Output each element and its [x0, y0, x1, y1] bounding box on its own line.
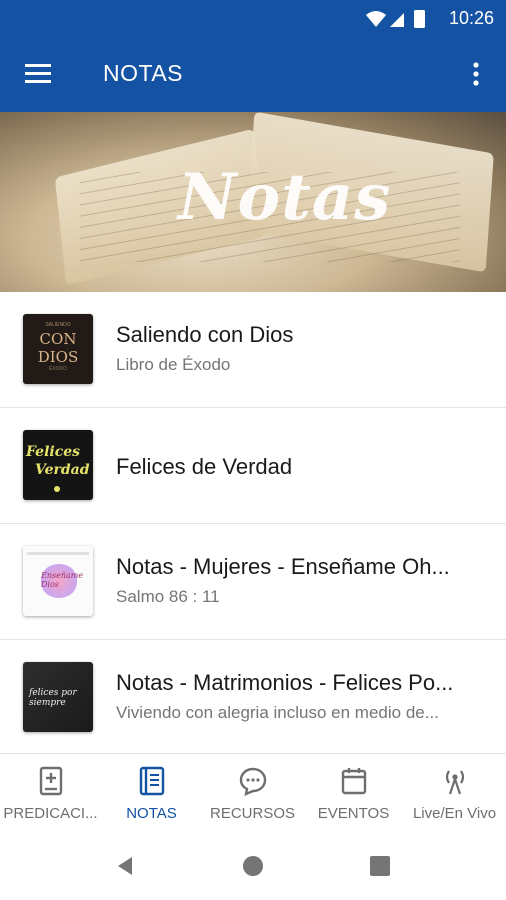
battery-icon [414, 10, 425, 28]
notebook-icon [139, 766, 165, 796]
note-thumbnail: SALIENDO CON DIOS ÉXODO [23, 314, 93, 384]
broadcast-icon [445, 770, 465, 795]
back-icon[interactable] [114, 855, 136, 877]
menu-icon[interactable] [22, 61, 56, 87]
note-thumbnail: Enseñame Dios [23, 546, 93, 616]
nav-label: Live/En Vivo [412, 805, 497, 822]
status-bar: 10:26 [0, 0, 506, 37]
nav-recursos[interactable]: RECURSOS [202, 754, 303, 834]
list-item[interactable]: SALIENDO CON DIOS ÉXODO Saliendo con Dio… [0, 292, 506, 408]
note-subtitle: Salmo 86 : 11 [116, 587, 220, 606]
nav-notas[interactable]: NOTAS [101, 754, 202, 834]
page-title: NOTAS [103, 60, 184, 86]
nav-label: NOTAS [126, 805, 177, 822]
nav-eventos[interactable]: EVENTOS [303, 754, 404, 834]
list-item[interactable]: Enseñame Dios Notas - Mujeres - Enseñame… [0, 524, 506, 640]
note-title: Saliendo con Dios [116, 322, 294, 347]
status-icons [366, 10, 425, 28]
note-title: Notas - Mujeres - Enseñame Oh... [116, 554, 450, 579]
cell-signal-icon [390, 13, 404, 27]
book-plus-icon [39, 766, 63, 796]
hero-title: Notas [178, 160, 392, 235]
nav-live[interactable]: Live/En Vivo [404, 754, 505, 834]
note-title: Notas - Matrimonios - Felices Po... [116, 670, 454, 695]
note-title: Felices de Verdad [116, 454, 293, 479]
nav-label: PREDICACI... [3, 805, 98, 822]
list-item[interactable]: Felices Verdad Felices de Verdad [0, 408, 506, 524]
hero-banner: Notas [0, 112, 506, 292]
note-subtitle: Viviendo con alegria incluso en medio de… [116, 703, 439, 722]
nav-label: RECURSOS [209, 805, 295, 822]
status-time: 10:26 [448, 8, 494, 28]
home-icon[interactable] [242, 855, 264, 877]
notes-list: SALIENDO CON DIOS ÉXODO Saliendo con Dio… [0, 292, 506, 756]
recents-icon[interactable] [369, 855, 391, 877]
note-subtitle: Libro de Éxodo [116, 355, 231, 374]
app-bar: NOTAS [0, 37, 506, 112]
system-navigation-bar [0, 833, 506, 900]
nav-label: EVENTOS [317, 805, 390, 822]
more-vert-icon[interactable] [466, 59, 486, 91]
bottom-navigation: PREDICACI... NOTAS RECURSOS EVENTOS Live… [0, 753, 506, 834]
calendar-icon [341, 768, 367, 795]
chat-bubble-icon [239, 767, 267, 796]
list-item[interactable]: felices por siempre Notas - Matrimonios … [0, 640, 506, 756]
nav-predicaciones[interactable]: PREDICACI... [0, 754, 101, 834]
note-thumbnail: Felices Verdad [23, 430, 93, 500]
wifi-icon [366, 11, 386, 27]
note-thumbnail: felices por siempre [23, 662, 93, 732]
